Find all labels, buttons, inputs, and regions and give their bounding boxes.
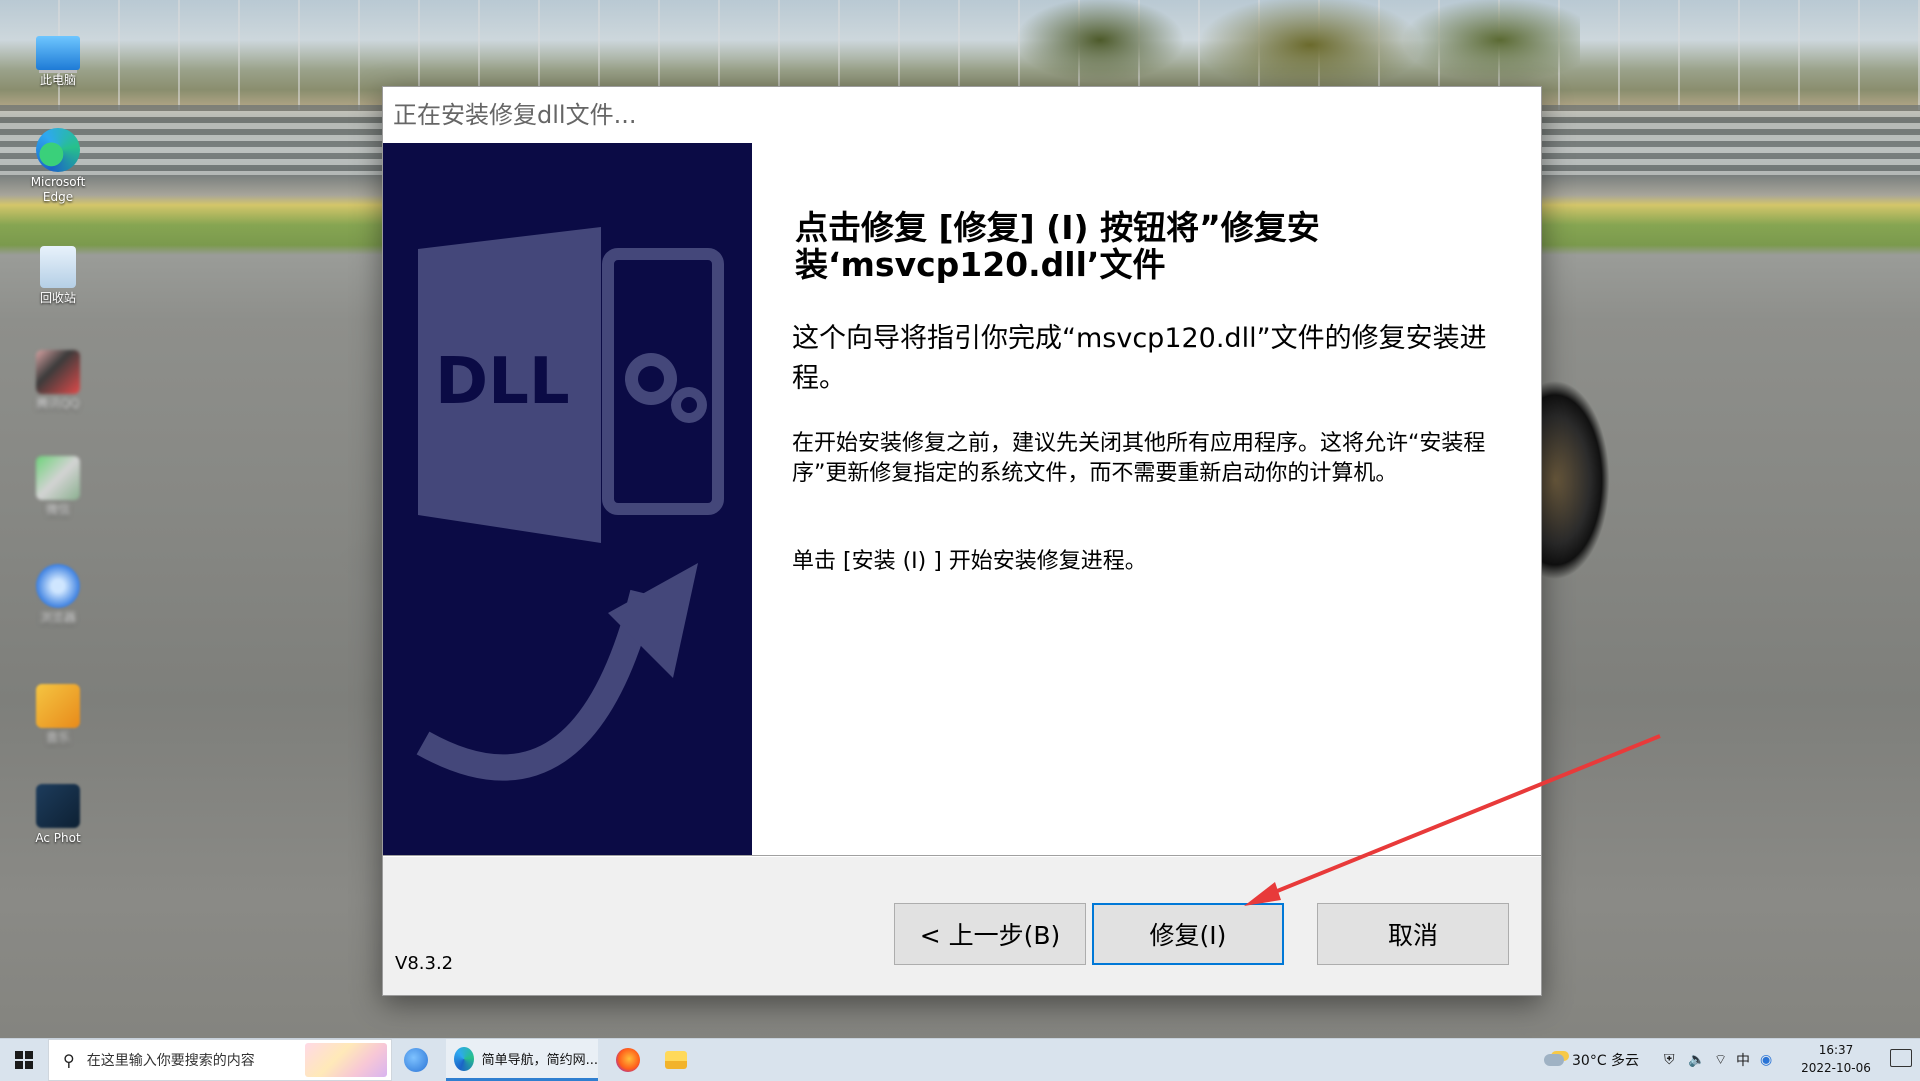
dialog-title: 正在安装修复dll文件... — [383, 87, 1541, 143]
desktop-icon-qq[interactable]: 腾讯QQ — [20, 350, 96, 412]
desktop-icon-label: 回收站 — [39, 291, 76, 305]
folder-icon — [665, 1051, 687, 1069]
volume-icon[interactable]: 🔈 — [1688, 1039, 1705, 1081]
search-highlight-image — [305, 1043, 387, 1077]
photoshop-icon — [36, 784, 80, 828]
taskbar: ⚲ 在这里输入你要搜索的内容 简单导航，简约网... 30°C 多云 ⛨ 🔈 ⌔… — [0, 1038, 1920, 1081]
back-button[interactable]: < 上一步(B) — [894, 903, 1086, 965]
qq-tray-icon[interactable]: ◉ — [1760, 1039, 1772, 1081]
wizard-footer: V8.3.2 < 上一步(B) 修复(I) 取消 — [383, 857, 1541, 995]
taskbar-app-firefox[interactable] — [616, 1039, 640, 1081]
trees — [980, 0, 1580, 100]
taskbar-app-label: 简单导航，简约网... — [481, 1053, 598, 1068]
search-placeholder: 在这里输入你要搜索的内容 — [86, 1053, 255, 1069]
qq-icon — [36, 350, 80, 394]
desktop-icon-label: 音乐 — [45, 731, 70, 745]
wizard-subheading: 这个向导将指引你完成“msvcp120.dll”文件的修复安装进程。 — [792, 323, 1487, 394]
wizard-heading: 点击修复 [修复] (I) 按钮将”修复安装‘msvcp120.dll’文件 — [795, 208, 1320, 284]
desktop-icon-label: Ac Phot — [35, 831, 81, 845]
clock[interactable]: 16:37 2022-10-06 — [1796, 1041, 1876, 1077]
dll-banner: DLL — [383, 143, 752, 855]
desktop-icon-label: Microsoft Edge — [30, 175, 86, 204]
browser-icon — [36, 564, 80, 608]
taskbar-search-box[interactable]: ⚲ 在这里输入你要搜索的内容 — [48, 1039, 392, 1081]
clock-time: 16:37 — [1818, 1043, 1854, 1057]
edge-icon — [454, 1046, 474, 1071]
installer-dialog: 正在安装修复dll文件... DLL 点击修复 [修复] (I) 按钮将”修复安… — [382, 86, 1542, 996]
notification-icon[interactable] — [1890, 1049, 1912, 1067]
desktop-icon-music[interactable]: 音乐 — [20, 684, 96, 746]
wizard-body-text: 在开始安装修复之前，建议先关闭其他所有应用程序。这将允许“安装程序”更新修复指定… — [792, 431, 1486, 486]
desktop-icon-edge[interactable]: Microsoft Edge — [20, 128, 96, 205]
start-button[interactable] — [0, 1039, 48, 1081]
dll-file-icon: DLL — [416, 227, 724, 781]
banner-dll-text: DLL — [435, 345, 570, 419]
repair-button[interactable]: 修复(I) — [1092, 903, 1284, 965]
edge-icon — [36, 128, 80, 172]
clock-date: 2022-10-06 — [1801, 1061, 1871, 1075]
desktop-icon-label: 此电脑 — [39, 73, 76, 87]
firefox-icon — [616, 1048, 640, 1072]
desktop-icon-browser[interactable]: 浏览器 — [20, 564, 96, 626]
desktop-icon-label: 浏览器 — [39, 611, 76, 625]
desktop-icon-photoshop[interactable]: Ac Phot — [20, 784, 96, 846]
network-icon[interactable]: ⌔ — [1714, 1039, 1727, 1081]
desktop-icon-recycle-bin[interactable]: 回收站 — [20, 246, 96, 306]
input-method-indicator[interactable]: 中 — [1736, 1039, 1750, 1081]
windows-logo-icon — [15, 1051, 33, 1069]
computer-icon — [36, 36, 80, 70]
sogou-browser-icon — [404, 1048, 428, 1072]
weather-text: 30°C 多云 — [1572, 1053, 1640, 1069]
wizard-instruction: 单击 [安装 (I) ] 开始安装修复进程。 — [792, 549, 1147, 574]
desktop-icon-wechat[interactable]: 微信 — [20, 456, 96, 518]
cloud-icon — [1544, 1054, 1564, 1066]
cancel-button[interactable]: 取消 — [1317, 903, 1509, 965]
weather-widget[interactable]: 30°C 多云 — [1544, 1039, 1639, 1081]
wizard-content: 点击修复 [修复] (I) 按钮将”修复安装‘msvcp120.dll’文件 这… — [752, 143, 1541, 855]
version-label: V8.3.2 — [395, 953, 454, 974]
taskbar-app-sogou[interactable] — [404, 1039, 428, 1081]
recycle-bin-icon — [40, 246, 76, 288]
taskbar-app-edge[interactable]: 简单导航，简约网... — [446, 1039, 598, 1081]
desktop-icon-label: 微信 — [45, 503, 70, 517]
desktop-icon-this-pc[interactable]: 此电脑 — [20, 30, 96, 88]
taskbar-app-file-explorer[interactable] — [665, 1039, 687, 1081]
wechat-icon — [36, 456, 80, 500]
search-icon: ⚲ — [63, 1050, 75, 1070]
security-icon[interactable]: ⛨ — [1664, 1039, 1675, 1081]
desktop-icon-label: 腾讯QQ — [36, 397, 80, 411]
music-icon — [36, 684, 80, 728]
